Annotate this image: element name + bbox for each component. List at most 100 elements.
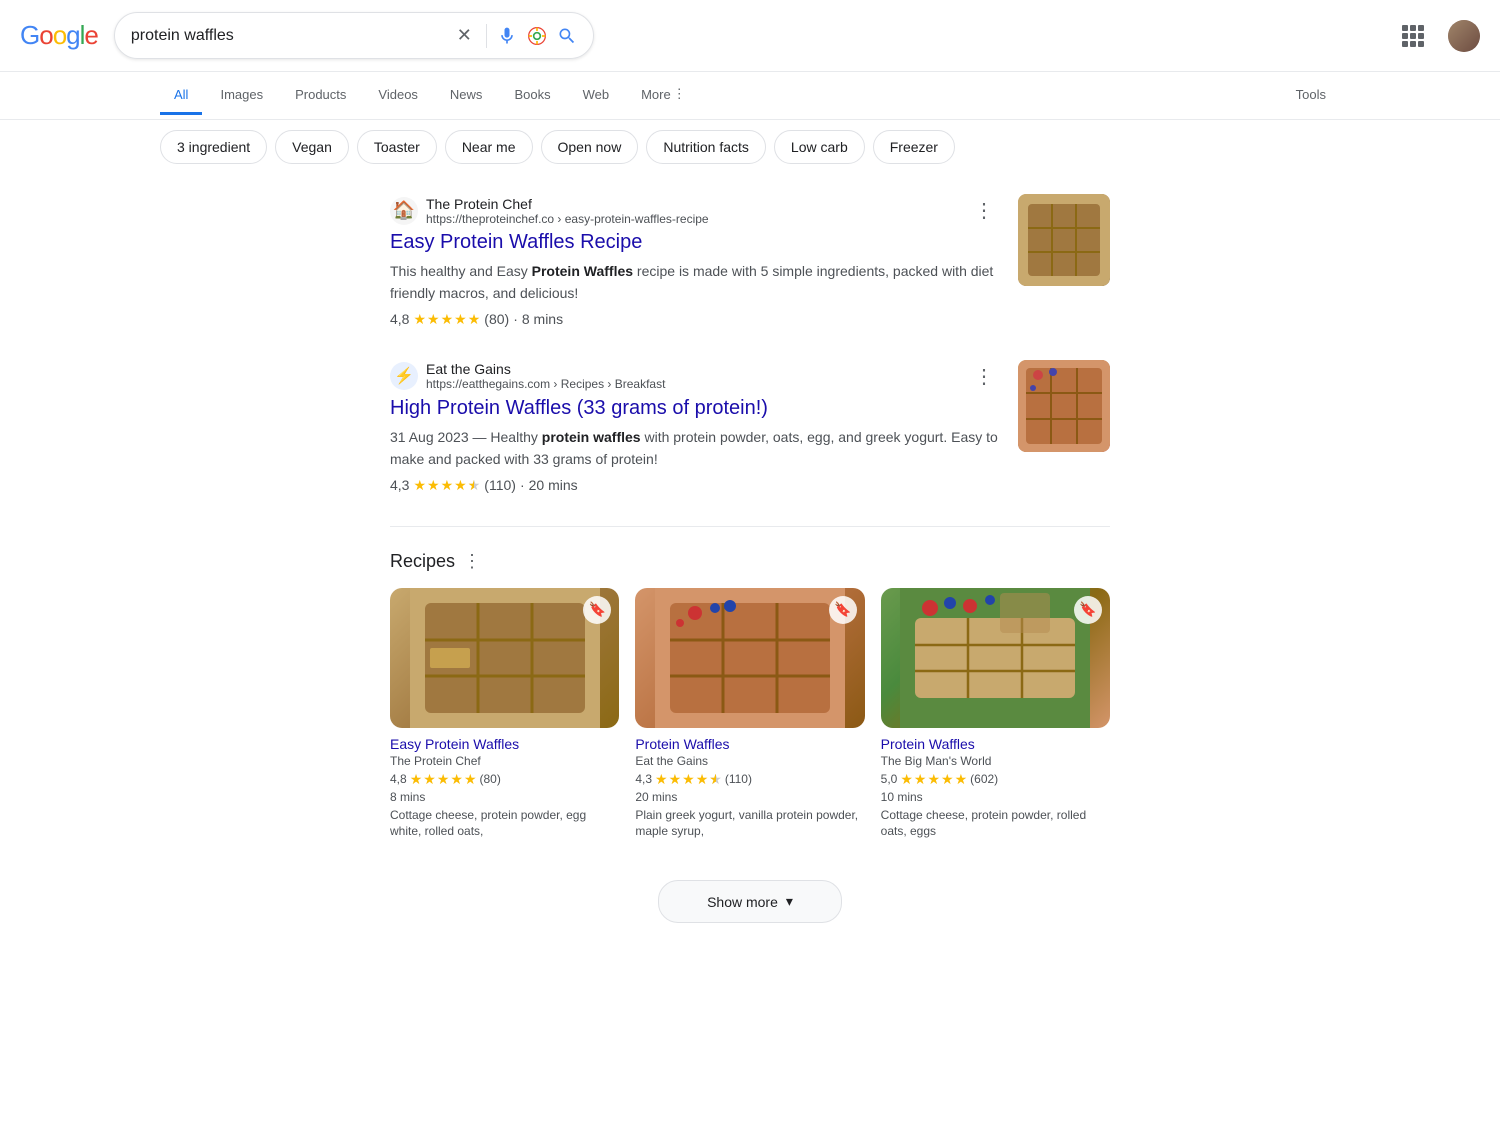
recipe-source-2: Eat the Gains bbox=[635, 754, 864, 768]
show-more-container: Show more ▾ bbox=[370, 864, 1130, 955]
source-name-2: Eat the Gains bbox=[426, 361, 962, 377]
source-name-1: The Protein Chef bbox=[426, 196, 962, 212]
google-logo[interactable]: Google bbox=[20, 20, 98, 51]
result-rating-2: 4,3 ★ ★ ★ ★ ★★ (110) · 20 mins bbox=[390, 477, 998, 494]
waffle-image-1 bbox=[1018, 194, 1110, 286]
result-image-2 bbox=[1018, 360, 1110, 452]
chip-low-carb[interactable]: Low carb bbox=[774, 130, 865, 164]
apps-button[interactable] bbox=[1394, 17, 1432, 55]
stars-2: ★ ★ ★ ★ ★★ bbox=[413, 477, 480, 494]
search-bar: ✕ bbox=[114, 12, 594, 59]
chip-vegan[interactable]: Vegan bbox=[275, 130, 349, 164]
waffle-image-2 bbox=[1018, 360, 1110, 452]
recipes-section: Recipes ⋮ bbox=[370, 551, 1130, 841]
chip-3ingredient[interactable]: 3 ingredient bbox=[160, 130, 267, 164]
recipe-rating-3: 5,0 ★ ★ ★ ★ ★ (602) bbox=[881, 771, 1110, 788]
lens-search-button[interactable] bbox=[527, 26, 547, 46]
time-2: 20 mins bbox=[529, 477, 578, 493]
camera-icon bbox=[527, 26, 547, 46]
recipe-cards-container: 🔖 Easy Protein Waffles The Protein Chef … bbox=[390, 588, 1110, 841]
rating-value-2: 4,3 bbox=[390, 477, 409, 493]
filter-chips: 3 ingredient Vegan Toaster Near me Open … bbox=[0, 120, 1500, 174]
header: Google ✕ bbox=[0, 0, 1500, 72]
nav-tabs: All Images Products Videos News Books We… bbox=[0, 72, 1500, 120]
tab-tools[interactable]: Tools bbox=[1282, 77, 1340, 115]
recipe-rating-value-1: 4,8 bbox=[390, 772, 407, 786]
main-content: 🏠 The Protein Chef https://theproteinche… bbox=[370, 174, 1130, 975]
recipe-name-2[interactable]: Protein Waffles bbox=[635, 736, 864, 752]
recipe-name-1[interactable]: Easy Protein Waffles bbox=[390, 736, 619, 752]
recipes-header: Recipes ⋮ bbox=[390, 551, 1110, 572]
section-divider bbox=[390, 526, 1110, 527]
tab-all[interactable]: All bbox=[160, 77, 202, 115]
recipes-title: Recipes bbox=[390, 551, 455, 572]
result-menu-2[interactable]: ⋮ bbox=[970, 360, 998, 393]
source-icon-1: 🏠 bbox=[390, 197, 418, 225]
result-menu-1[interactable]: ⋮ bbox=[970, 194, 998, 227]
divider bbox=[486, 24, 487, 48]
recipe-rating-count-2: (110) bbox=[725, 772, 752, 786]
recipe-card-2[interactable]: 🔖 Protein Waffles Eat the Gains 4,3 ★ ★ … bbox=[635, 588, 864, 841]
recipe-rating-1: 4,8 ★ ★ ★ ★ ★ (80) bbox=[390, 771, 619, 788]
search-submit-button[interactable] bbox=[557, 26, 577, 46]
result-title-1[interactable]: Easy Protein Waffles Recipe bbox=[390, 231, 998, 254]
search-input[interactable] bbox=[131, 27, 443, 45]
tab-web[interactable]: Web bbox=[569, 77, 624, 115]
recipe-rating-value-2: 4,3 bbox=[635, 772, 652, 786]
result-title-2[interactable]: High Protein Waffles (33 grams of protei… bbox=[390, 397, 998, 420]
result-source-1: 🏠 The Protein Chef https://theproteinche… bbox=[390, 194, 998, 227]
show-more-label: Show more bbox=[707, 894, 778, 910]
source-url-2: https://eatthegains.com › Recipes › Brea… bbox=[426, 377, 962, 391]
bookmark-button-3[interactable]: 🔖 bbox=[1074, 596, 1102, 624]
recipe-card-1[interactable]: 🔖 Easy Protein Waffles The Protein Chef … bbox=[390, 588, 619, 841]
clear-search-button[interactable]: ✕ bbox=[453, 21, 476, 50]
tab-videos[interactable]: Videos bbox=[364, 77, 432, 115]
show-more-chevron-icon: ▾ bbox=[786, 893, 793, 910]
chip-nutrition-facts[interactable]: Nutrition facts bbox=[646, 130, 766, 164]
show-more-button[interactable]: Show more ▾ bbox=[658, 880, 842, 923]
tab-more[interactable]: More ⋮ bbox=[627, 76, 700, 115]
bookmark-button-2[interactable]: 🔖 bbox=[829, 596, 857, 624]
source-url-1: https://theproteinchef.co › easy-protein… bbox=[426, 212, 962, 226]
recipe-card-3[interactable]: 🔖 Protein Waffles The Big Man's World 5,… bbox=[881, 588, 1110, 841]
more-label: More bbox=[641, 87, 671, 102]
recipe-card-image-3: 🔖 bbox=[881, 588, 1110, 728]
stars-1: ★ ★ ★ ★ ★ bbox=[413, 311, 480, 328]
avatar-image bbox=[1448, 20, 1480, 52]
recipe-time-2: 20 mins bbox=[635, 790, 864, 804]
recipe-rating-count-1: (80) bbox=[480, 772, 501, 786]
source-info-2: Eat the Gains https://eatthegains.com › … bbox=[426, 361, 962, 391]
avatar[interactable] bbox=[1448, 20, 1480, 52]
header-right bbox=[1394, 17, 1480, 55]
chip-freezer[interactable]: Freezer bbox=[873, 130, 955, 164]
recipe-ingredients-2: Plain greek yogurt, vanilla protein powd… bbox=[635, 807, 864, 841]
recipe-name-3[interactable]: Protein Waffles bbox=[881, 736, 1110, 752]
recipe-time-3: 10 mins bbox=[881, 790, 1110, 804]
rating-count-2: (110) bbox=[484, 477, 516, 493]
bookmark-button-1[interactable]: 🔖 bbox=[583, 596, 611, 624]
result-content-2: ⚡ Eat the Gains https://eatthegains.com … bbox=[390, 360, 998, 494]
recipe-source-1: The Protein Chef bbox=[390, 754, 619, 768]
rating-count-1: (80) bbox=[484, 311, 509, 327]
search-result-1: 🏠 The Protein Chef https://theproteinche… bbox=[370, 194, 1130, 328]
tab-books[interactable]: Books bbox=[500, 77, 564, 115]
tab-products[interactable]: Products bbox=[281, 77, 360, 115]
recipe-rating-2: 4,3 ★ ★ ★ ★ ★★ (110) bbox=[635, 771, 864, 788]
tab-images[interactable]: Images bbox=[206, 77, 277, 115]
chip-toaster[interactable]: Toaster bbox=[357, 130, 437, 164]
source-icon-2: ⚡ bbox=[390, 362, 418, 390]
rating-value-1: 4,8 bbox=[390, 311, 409, 327]
result-content-1: 🏠 The Protein Chef https://theproteinche… bbox=[390, 194, 998, 328]
recipe-rating-value-3: 5,0 bbox=[881, 772, 898, 786]
result-desc-2: 31 Aug 2023 — Healthy protein waffles wi… bbox=[390, 426, 998, 471]
recipe-ingredients-3: Cottage cheese, protein powder, rolled o… bbox=[881, 807, 1110, 841]
recipes-menu-button[interactable]: ⋮ bbox=[463, 551, 481, 572]
more-chevron-icon: ⋮ bbox=[673, 86, 686, 102]
tab-news[interactable]: News bbox=[436, 77, 497, 115]
recipe-rating-count-3: (602) bbox=[970, 772, 998, 786]
voice-search-button[interactable] bbox=[497, 26, 517, 46]
recipe-card-image-1: 🔖 bbox=[390, 588, 619, 728]
result-desc-1: This healthy and Easy Protein Waffles re… bbox=[390, 260, 998, 305]
chip-near-me[interactable]: Near me bbox=[445, 130, 533, 164]
chip-open-now[interactable]: Open now bbox=[541, 130, 639, 164]
